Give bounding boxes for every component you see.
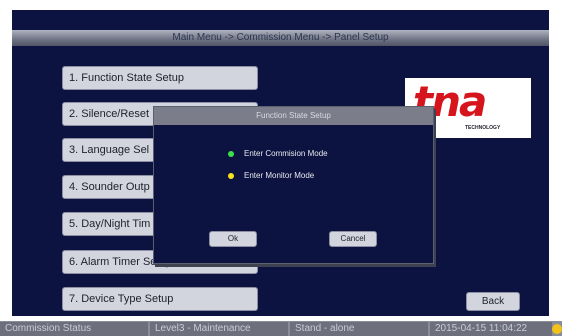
option-commission-mode[interactable]: Enter Commision Mode xyxy=(228,149,328,158)
option-monitor-mode[interactable]: Enter Monitor Mode xyxy=(228,171,314,180)
status-datetime: 2015-04-15 11:04:22 xyxy=(430,322,552,336)
status-mode: Commission Status xyxy=(0,322,148,336)
breadcrumb: Main Menu -> Commission Menu -> Panel Se… xyxy=(12,30,549,46)
ok-button[interactable]: Ok xyxy=(209,231,257,247)
option-label: Enter Monitor Mode xyxy=(244,171,315,180)
status-bar: Commission Status Level3 - Maintenance S… xyxy=(0,321,562,336)
menu-item-function-state-setup[interactable]: 1. Function State Setup xyxy=(62,66,258,90)
menu-item-device-type-setup[interactable]: 7. Device Type Setup xyxy=(62,287,258,311)
option-label: Enter Commision Mode xyxy=(244,149,328,158)
yellow-status-dot-icon xyxy=(228,172,234,179)
status-network: Stand - alone xyxy=(290,322,428,336)
cancel-button[interactable]: Cancel xyxy=(329,231,377,247)
function-state-dialog: Function State Setup Enter Commision Mod… xyxy=(153,106,434,264)
logo-subtext: TECHNOLOGY xyxy=(465,125,501,131)
screen: Main Menu -> Commission Menu -> Panel Se… xyxy=(0,0,562,336)
back-button[interactable]: Back xyxy=(466,292,520,311)
status-level: Level3 - Maintenance xyxy=(150,322,288,336)
status-indicator-icon xyxy=(552,324,562,334)
green-status-dot-icon xyxy=(228,150,234,157)
dialog-title: Function State Setup xyxy=(154,107,433,125)
